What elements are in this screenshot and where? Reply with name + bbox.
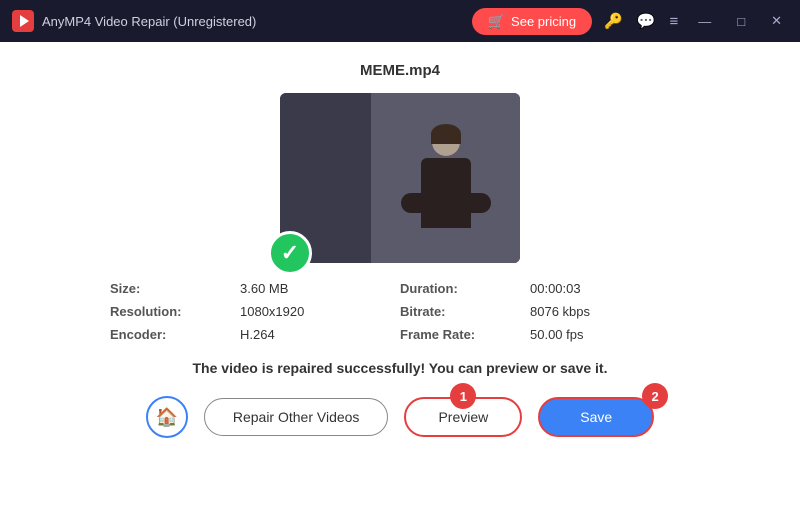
video-frame xyxy=(280,93,520,263)
duration-value: 00:00:03 xyxy=(530,281,690,296)
app-title: AnyMP4 Video Repair (Unregistered) xyxy=(42,14,472,29)
key-icon[interactable]: 🔑 xyxy=(604,12,623,30)
badge-one: 1 xyxy=(450,383,476,409)
bitrate-value: 8076 kbps xyxy=(530,304,690,319)
close-button[interactable]: ✕ xyxy=(765,11,788,31)
menu-icon[interactable]: ≡ xyxy=(669,13,678,30)
toolbar-icons: 🔑 💬 ≡ — □ ✕ xyxy=(604,11,788,31)
framerate-value: 50.00 fps xyxy=(530,327,690,342)
repair-other-button[interactable]: Repair Other Videos xyxy=(204,398,389,436)
home-icon: 🏠 xyxy=(156,407,178,428)
save-button[interactable]: Save xyxy=(538,397,654,437)
title-bar: AnyMP4 Video Repair (Unregistered) 🛒 See… xyxy=(0,0,800,42)
resolution-value: 1080x1920 xyxy=(240,304,400,319)
home-button[interactable]: 🏠 xyxy=(146,396,188,438)
preview-label: Preview xyxy=(438,409,488,425)
main-content: MEME.mp4 xyxy=(0,42,800,527)
save-btn-wrapper: 2 Save xyxy=(538,397,654,437)
size-label: Size: xyxy=(110,281,240,296)
action-bar: 🏠 Repair Other Videos 1 Preview 2 Save xyxy=(146,396,654,438)
video-preview-container: ✓ xyxy=(280,93,520,263)
success-message: The video is repaired successfully! You … xyxy=(193,360,608,376)
person-arms xyxy=(401,193,491,213)
framerate-label: Frame Rate: xyxy=(400,327,530,342)
badge-two: 2 xyxy=(642,383,668,409)
encoder-value: H.264 xyxy=(240,327,400,342)
app-logo xyxy=(12,10,34,32)
pricing-label: See pricing xyxy=(511,14,576,29)
maximize-button[interactable]: □ xyxy=(731,12,751,31)
video-thumbnail xyxy=(280,93,520,263)
right-panel xyxy=(371,93,520,263)
duration-label: Duration: xyxy=(400,281,530,296)
person-hair xyxy=(431,124,461,144)
minimize-button[interactable]: — xyxy=(692,12,717,31)
chat-icon[interactable]: 💬 xyxy=(637,12,656,30)
person-head xyxy=(432,128,460,156)
person-figure xyxy=(421,128,471,228)
resolution-label: Resolution: xyxy=(110,304,240,319)
preview-btn-wrapper: 1 Preview xyxy=(404,397,522,437)
encoder-label: Encoder: xyxy=(110,327,240,342)
video-filename: MEME.mp4 xyxy=(360,62,440,79)
see-pricing-button[interactable]: 🛒 See pricing xyxy=(472,8,592,35)
cart-icon: 🛒 xyxy=(488,13,505,30)
video-info: Size: 3.60 MB Duration: 00:00:03 Resolut… xyxy=(110,281,690,342)
bitrate-label: Bitrate: xyxy=(400,304,530,319)
save-label: Save xyxy=(580,409,612,425)
checkmark-badge: ✓ xyxy=(268,231,312,275)
repair-other-label: Repair Other Videos xyxy=(233,409,360,425)
size-value: 3.60 MB xyxy=(240,281,400,296)
